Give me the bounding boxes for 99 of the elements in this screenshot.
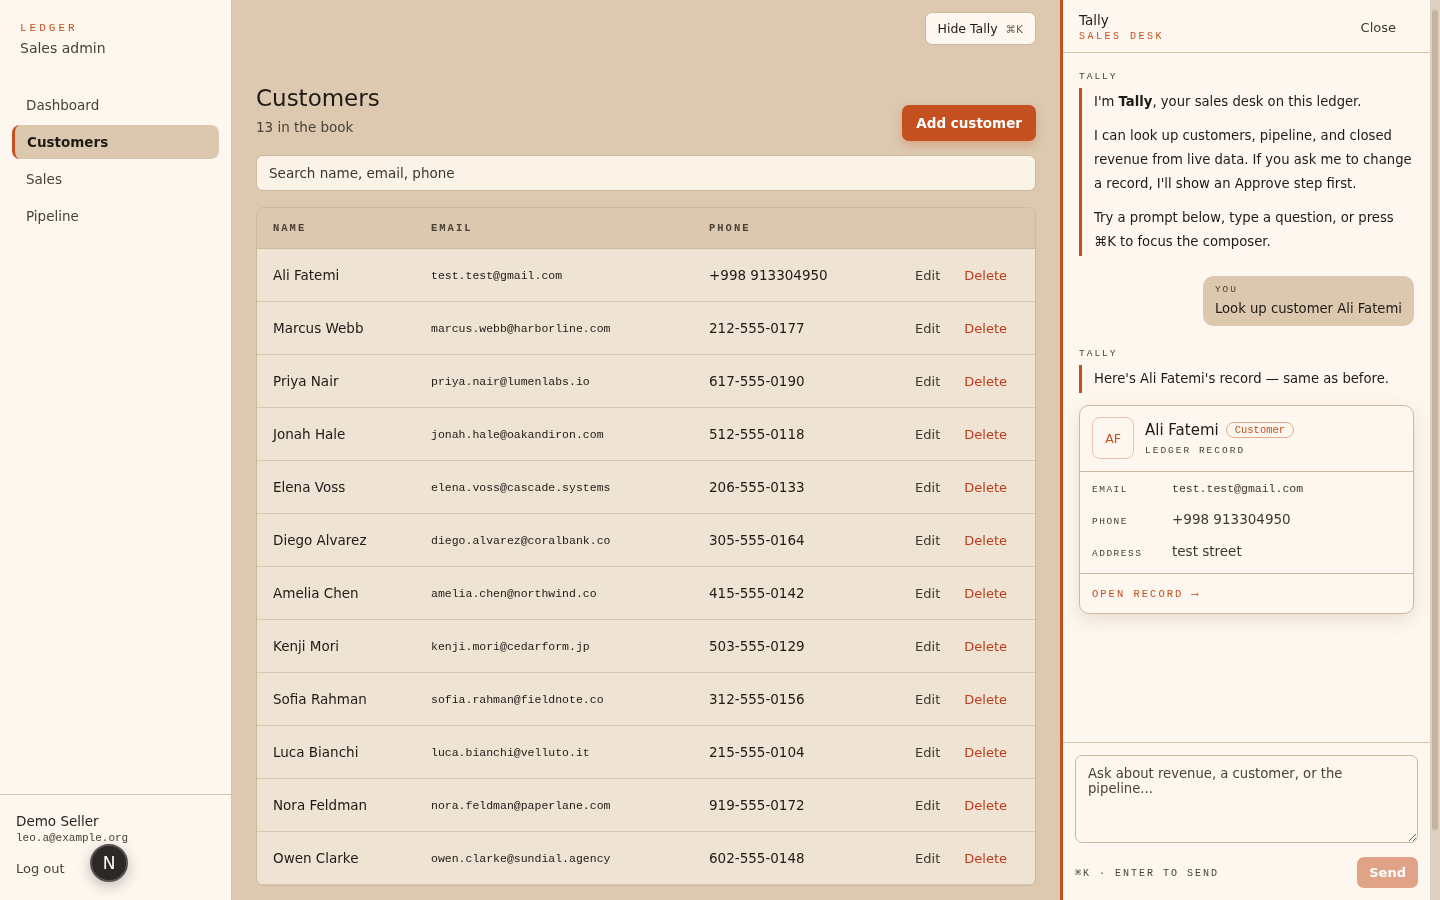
scrollbar-thumb[interactable] <box>1432 10 1438 830</box>
delete-link[interactable]: Delete <box>964 692 1007 707</box>
table-cell: Sofia Rahman <box>257 673 415 726</box>
delete-link[interactable]: Delete <box>964 639 1007 654</box>
table-cell: 503-555-0129 <box>693 620 859 673</box>
table-cell: Kenji Mori <box>257 620 415 673</box>
edit-link[interactable]: Edit <box>915 851 941 866</box>
composer-hint: ⌘K · ENTER TO SEND <box>1075 866 1220 879</box>
page-title: Customers <box>256 85 380 111</box>
user-email: leo.a@example.org <box>16 832 130 844</box>
page-subtitle: 13 in the book <box>256 119 355 135</box>
message-input[interactable]: Ask about revenue, a customer, or the pipeline... <box>1075 755 1418 843</box>
nav-item[interactable]: Customers <box>12 125 219 159</box>
table-cell: 617-555-0190 <box>693 355 859 408</box>
table-cell: 919-555-0172 <box>693 779 859 832</box>
table-cell: 206-555-0133 <box>693 461 859 514</box>
nav-item[interactable]: Pipeline <box>12 199 219 233</box>
table-cell: Owen Clarke <box>257 832 415 885</box>
table-cell: kenji.mori@cedarform.jp <box>415 620 693 673</box>
edit-link[interactable]: Edit <box>915 692 941 707</box>
table-cell: amelia.chen@northwind.co <box>415 567 693 620</box>
edit-link[interactable]: Edit <box>915 321 941 336</box>
message-author: TALLY <box>1079 71 1119 82</box>
table-cell: jonah.hale@oakandiron.com <box>415 408 693 461</box>
table-cell: 212-555-0177 <box>693 302 859 355</box>
table-cell: Marcus Webb <box>257 302 415 355</box>
close-button[interactable]: Close <box>1354 18 1402 36</box>
brand-subtitle: Sales admin <box>20 40 107 56</box>
table-cell: Nora Feldman <box>257 779 415 832</box>
user-name: Demo Seller <box>16 813 100 829</box>
edit-link[interactable]: Edit <box>915 586 941 601</box>
edit-link[interactable]: Edit <box>915 480 941 495</box>
delete-link[interactable]: Delete <box>964 374 1007 389</box>
table-cell: Jonah Hale <box>257 408 415 461</box>
delete-link[interactable]: Delete <box>964 427 1007 442</box>
message-author: YOU <box>1214 284 1239 295</box>
edit-link[interactable]: Edit <box>915 374 941 389</box>
message-text: Here's Ali Fatemi's record — same as before. <box>1094 370 1391 388</box>
field-label: PHONE <box>1092 516 1129 527</box>
panel-subtitle: SALES DESK <box>1079 31 1164 42</box>
table-cell: nora.feldman@paperlane.com <box>415 779 693 832</box>
edit-link[interactable]: Edit <box>915 745 941 760</box>
nav-item[interactable]: Dashboard <box>12 88 219 122</box>
table-cell: 512-555-0118 <box>693 408 859 461</box>
nav-item[interactable]: Sales <box>12 162 219 196</box>
search-field[interactable]: Search name, email, phone <box>256 155 1036 191</box>
delete-link[interactable]: Delete <box>964 480 1007 495</box>
table-cell: Priya Nair <box>257 355 415 408</box>
table-cell: Diego Alvarez <box>257 514 415 567</box>
field-value: test.test@gmail.com <box>1172 482 1305 495</box>
table-cell: 602-555-0148 <box>693 832 859 885</box>
edit-link[interactable]: Edit <box>915 639 941 654</box>
table-cell: elena.voss@cascade.systems <box>415 461 693 514</box>
delete-link[interactable]: Delete <box>964 851 1007 866</box>
field-label: ADDRESS <box>1092 548 1144 559</box>
table-cell: Elena Voss <box>257 461 415 514</box>
table-cell: luca.bianchi@velluto.it <box>415 726 693 779</box>
edit-link[interactable]: Edit <box>915 533 941 548</box>
open-record-link[interactable]: OPEN RECORD ⟶ <box>1080 574 1212 613</box>
table-cell: Amelia Chen <box>257 567 415 620</box>
message-text: I can look up customers, pipeline, and closed revenue from live data. If you ask me to change a record, I'll show an Approve step first. <box>1094 127 1413 193</box>
delete-link[interactable]: Delete <box>964 321 1007 336</box>
message-text: I'm Tally, your sales desk on this ledger. <box>1094 93 1363 111</box>
delete-link[interactable]: Delete <box>964 533 1007 548</box>
card-caption: LEDGER RECORD <box>1145 444 1247 456</box>
delete-link[interactable]: Delete <box>964 745 1007 760</box>
table-cell: sofia.rahman@fieldnote.co <box>415 673 693 726</box>
dev-badge[interactable]: N <box>90 844 128 882</box>
add-customer-button[interactable]: Add customer <box>902 105 1036 141</box>
brand-name: LEDGER <box>20 22 79 34</box>
table-cell: test.test@gmail.com <box>415 249 693 302</box>
initials-avatar: AF <box>1092 417 1134 459</box>
delete-link[interactable]: Delete <box>964 586 1007 601</box>
delete-link[interactable]: Delete <box>964 268 1007 283</box>
table-cell: 312-555-0156 <box>693 673 859 726</box>
edit-link[interactable]: Edit <box>915 427 941 442</box>
panel-title: Tally <box>1079 12 1110 28</box>
table-cell: +998 913304950 <box>693 249 859 302</box>
message-text: Look up customer Ali Fatemi <box>1214 301 1402 316</box>
table-cell: priya.nair@lumenlabs.io <box>415 355 693 408</box>
table-cell: Ali Fatemi <box>257 249 415 302</box>
delete-link[interactable]: Delete <box>964 798 1007 813</box>
edit-link[interactable]: Edit <box>915 268 941 283</box>
message-author: TALLY <box>1079 348 1119 359</box>
edit-link[interactable]: Edit <box>915 798 941 813</box>
logout-link[interactable]: Log out <box>16 861 65 876</box>
field-label: EMAIL <box>1092 484 1129 495</box>
table-cell: Luca Bianchi <box>257 726 415 779</box>
table-cell: 305-555-0164 <box>693 514 859 567</box>
table-cell: 415-555-0142 <box>693 567 859 620</box>
field-value: test street <box>1172 543 1243 559</box>
message-text: Try a prompt below, type a question, or press ⌘K to focus the composer. <box>1094 209 1395 251</box>
customer-name: Ali Fatemi <box>1145 420 1219 439</box>
table-cell: marcus.webb@harborline.com <box>415 302 693 355</box>
table-cell: diego.alvarez@coralbank.co <box>415 514 693 567</box>
table-cell: 215-555-0104 <box>693 726 859 779</box>
hide-tally-button[interactable]: Hide Tally ⌘K <box>924 12 1036 45</box>
field-value: +998 913304950 <box>1172 511 1292 527</box>
table-cell: owen.clarke@sundial.agency <box>415 832 693 885</box>
